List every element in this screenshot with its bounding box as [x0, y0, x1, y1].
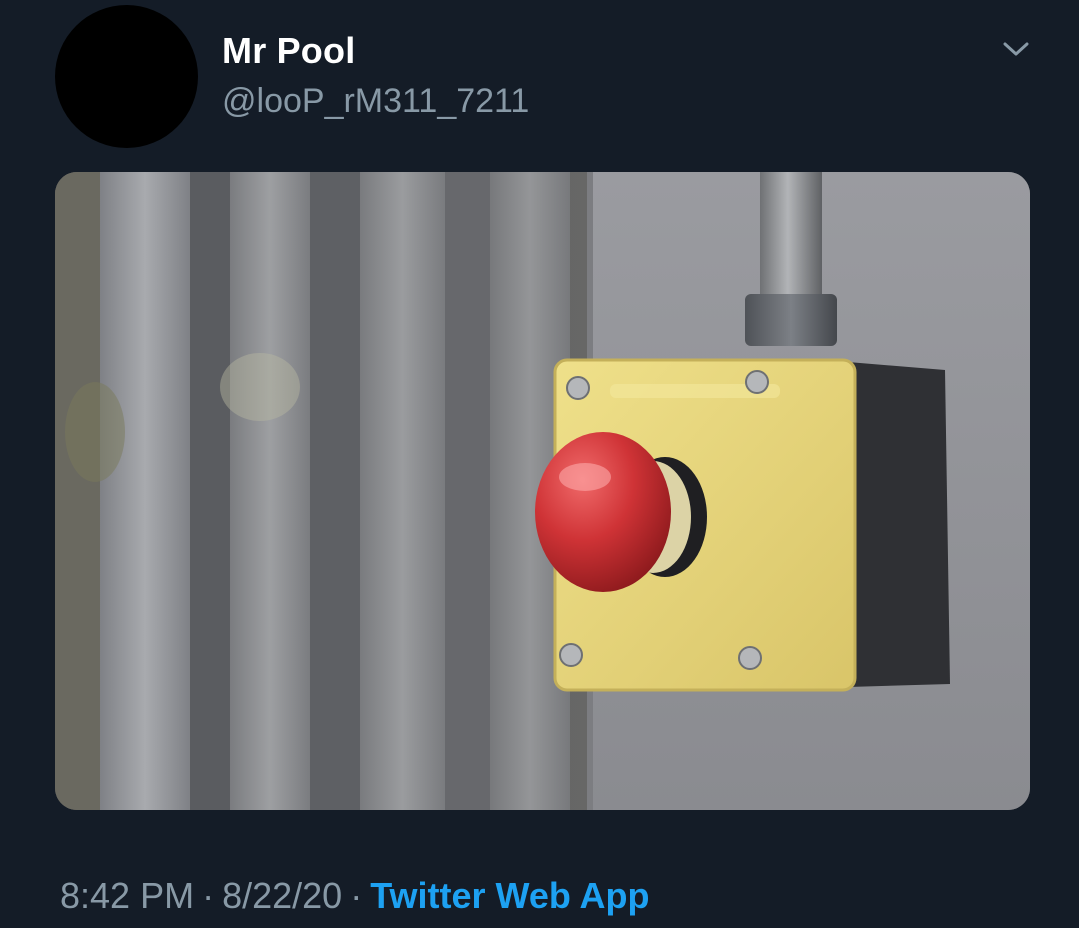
separator: ·: [350, 875, 363, 916]
tweet-meta: 8:42 PM · 8/22/20 · Twitter Web App: [60, 875, 650, 917]
display-name[interactable]: Mr Pool: [222, 30, 355, 72]
tweet-card: Mr Pool @looP_rM311_7211 8:42 PM · 8/22/…: [0, 0, 1079, 928]
tweet-time[interactable]: 8:42 PM: [60, 875, 194, 916]
tweet-source-link[interactable]: Twitter Web App: [370, 875, 649, 916]
tweet-image[interactable]: [55, 172, 1030, 810]
chevron-down-icon[interactable]: [998, 34, 1034, 64]
emergency-stop-button-photo: [55, 172, 1030, 810]
user-handle[interactable]: @looP_rM311_7211: [222, 82, 529, 121]
avatar[interactable]: [55, 5, 198, 148]
separator: ·: [202, 875, 215, 916]
tweet-date[interactable]: 8/22/20: [222, 875, 342, 916]
